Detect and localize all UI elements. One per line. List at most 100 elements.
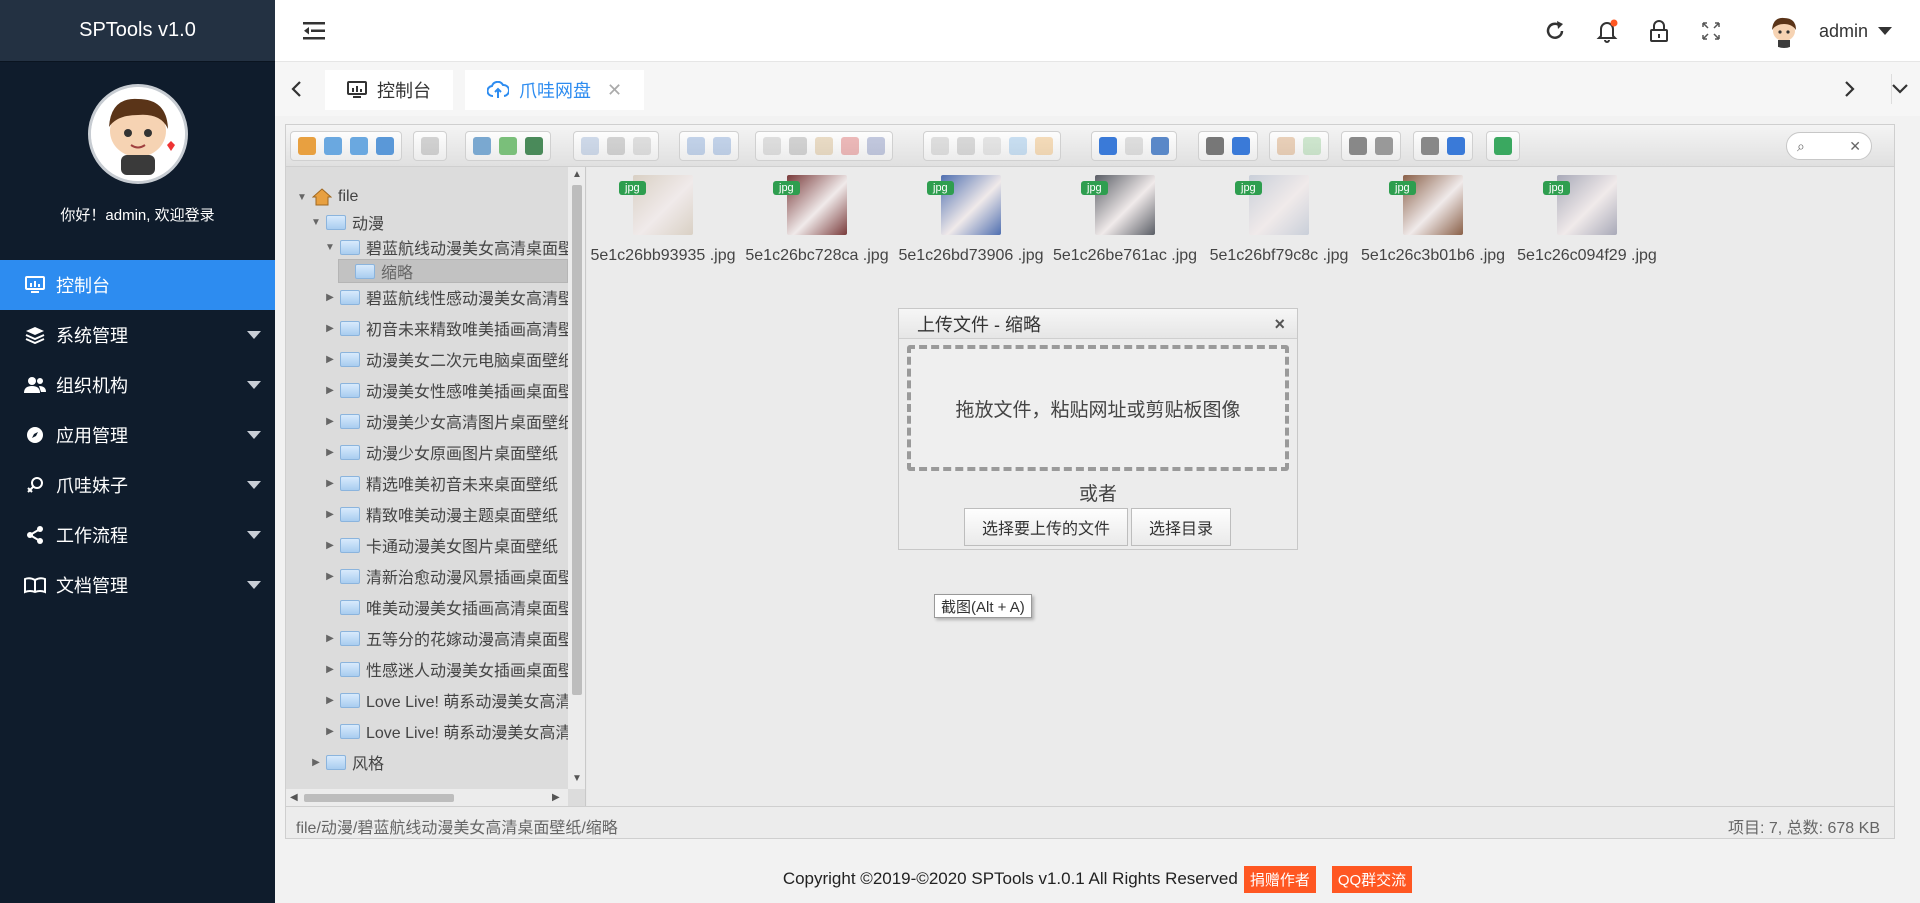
tab-scroll-right-icon[interactable]: [1837, 76, 1863, 102]
sidebar-item-dashboard[interactable]: 控制台: [0, 260, 275, 310]
tree-node[interactable]: ▶ 性感迷人动漫美女插画桌面壁纸: [324, 657, 568, 681]
file-item[interactable]: jpg 5e1c26bd73906 .jpg: [896, 175, 1046, 265]
sidebar-item-apps[interactable]: 应用管理: [0, 410, 275, 460]
tree-expanded-icon[interactable]: ▼: [310, 217, 322, 228]
scroll-right-icon[interactable]: ▶: [552, 792, 560, 803]
duplicate-button[interactable]: [927, 134, 953, 158]
upload-dialog-header[interactable]: 上传文件 - 缩略 ×: [899, 309, 1297, 339]
tree-root[interactable]: ▼ file: [296, 185, 358, 209]
tab-menu-icon[interactable]: [1887, 76, 1913, 102]
select-files-button[interactable]: 选择要上传的文件: [964, 508, 1128, 546]
tree-collapsed-icon[interactable]: ▶: [324, 447, 336, 458]
info-button[interactable]: [1228, 134, 1254, 158]
tab-scroll-left-icon[interactable]: [283, 76, 309, 102]
tree-expanded-icon[interactable]: ▼: [324, 242, 336, 253]
tab-cloud-disk[interactable]: 爪哇网盘 ✕: [465, 70, 645, 110]
close-icon[interactable]: ✕: [607, 80, 622, 101]
file-dropzone[interactable]: 拖放文件，粘贴网址或剪贴板图像: [907, 345, 1289, 471]
file-item[interactable]: jpg 5e1c26bb93935 .jpg: [588, 175, 738, 265]
tree-collapsed-icon[interactable]: ▶: [324, 695, 336, 706]
tree-node[interactable]: ▼ 碧蓝航线动漫美女高清桌面壁纸: [324, 235, 568, 259]
file-item[interactable]: jpg 5e1c26bc728ca .jpg: [742, 175, 892, 265]
preview-button[interactable]: [1202, 134, 1228, 158]
tree-horizontal-scrollbar[interactable]: ◀ ▶: [286, 789, 568, 807]
tree-vertical-scrollbar[interactable]: ▲ ▼: [568, 167, 585, 789]
scrollbar-thumb[interactable]: [572, 185, 582, 695]
tree-collapsed-icon[interactable]: ▶: [324, 478, 336, 489]
tree-node[interactable]: ▶ 初音未来精致唯美插画高清壁纸: [324, 316, 568, 340]
share-button[interactable]: [1273, 134, 1299, 158]
tree-node[interactable]: ▶ 风格: [310, 750, 384, 774]
rename-button[interactable]: [953, 134, 979, 158]
tree-collapsed-icon[interactable]: ▶: [324, 571, 336, 582]
list-view-button[interactable]: [1121, 134, 1147, 158]
tab-dashboard[interactable]: 控制台: [325, 70, 453, 110]
netmount-button[interactable]: [1299, 134, 1325, 158]
tree-collapsed-icon[interactable]: ▶: [324, 385, 336, 396]
tree-node[interactable]: ▶ Love Live! 萌系动漫美女高清壁纸: [324, 688, 568, 712]
copy-button[interactable]: [759, 134, 785, 158]
menu-collapse-icon[interactable]: [303, 20, 327, 42]
file-item[interactable]: jpg 5e1c26be761ac .jpg: [1050, 175, 1200, 265]
select-button[interactable]: [629, 134, 655, 158]
qq-group-link[interactable]: QQ群交流: [1331, 865, 1413, 893]
save-button[interactable]: [521, 134, 547, 158]
lock-icon[interactable]: [1646, 18, 1672, 44]
new-folder-button[interactable]: [469, 134, 495, 158]
fullscreen-button[interactable]: [1490, 134, 1516, 158]
search-input[interactable]: ⌕ ✕: [1786, 132, 1872, 160]
sidebar-item-girls[interactable]: 爪哇妹子: [0, 460, 275, 510]
download-button[interactable]: [603, 134, 629, 158]
tree-collapsed-icon[interactable]: ▶: [324, 416, 336, 427]
sidebar-item-system[interactable]: 系统管理: [0, 310, 275, 360]
scroll-left-icon[interactable]: ◀: [290, 792, 298, 803]
sidebar-item-workflow[interactable]: 工作流程: [0, 510, 275, 560]
fullscreen-icon[interactable]: [1698, 18, 1724, 44]
tree-collapsed-icon[interactable]: ▶: [324, 726, 336, 737]
cut-button[interactable]: [785, 134, 811, 158]
tree-node[interactable]: ▶ 精选唯美初音未来桌面壁纸: [324, 471, 558, 495]
edit-button[interactable]: [979, 134, 1005, 158]
close-icon[interactable]: ×: [1274, 314, 1285, 335]
tree-collapsed-icon[interactable]: ▶: [324, 323, 336, 334]
sidebar-item-organization[interactable]: 组织机构: [0, 360, 275, 410]
forward-button[interactable]: [346, 134, 372, 158]
tree-node[interactable]: ▶ 动漫美女性感唯美插画桌面壁纸: [324, 378, 568, 402]
file-item[interactable]: jpg 5e1c26c3b01b6 .jpg: [1358, 175, 1508, 265]
selectall-button[interactable]: [1371, 134, 1397, 158]
new-file-button[interactable]: [495, 134, 521, 158]
file-item[interactable]: jpg 5e1c26bf79c8c .jpg: [1204, 175, 1354, 265]
open-button[interactable]: [577, 134, 603, 158]
sort-button[interactable]: [1147, 134, 1173, 158]
preferences-button[interactable]: [1417, 134, 1443, 158]
refresh-icon[interactable]: [1542, 18, 1568, 44]
tree-collapsed-icon[interactable]: ▶: [324, 540, 336, 551]
back-button[interactable]: [320, 134, 346, 158]
help-button[interactable]: [1443, 134, 1469, 158]
tree-collapsed-icon[interactable]: ▶: [324, 664, 336, 675]
tree-node[interactable]: ▶ 动漫美女二次元电脑桌面壁纸: [324, 347, 568, 371]
undo-button[interactable]: [683, 134, 709, 158]
select-directory-button[interactable]: 选择目录: [1131, 508, 1231, 546]
home-button[interactable]: [294, 134, 320, 158]
places-button[interactable]: [1345, 134, 1371, 158]
tree-node[interactable]: ▶ 五等分的花嫁动漫高清桌面壁纸: [324, 626, 568, 650]
reload-button[interactable]: [417, 134, 443, 158]
redo-button[interactable]: [709, 134, 735, 158]
tree-node-selected[interactable]: 缩略: [338, 259, 568, 283]
tree-expanded-icon[interactable]: ▼: [296, 192, 308, 203]
tree-collapsed-icon[interactable]: ▶: [324, 354, 336, 365]
tree-node[interactable]: ▶ 动漫美少女高清图片桌面壁纸: [324, 409, 568, 433]
tree-node[interactable]: ▶ 精致唯美动漫主题桌面壁纸: [324, 502, 558, 526]
tree-node[interactable]: 唯美动漫美女插画高清桌面壁纸: [324, 595, 568, 619]
tree-node[interactable]: ▶ 卡通动漫美女图片桌面壁纸: [324, 533, 558, 557]
resize-button[interactable]: [1005, 134, 1031, 158]
icons-view-button[interactable]: [1095, 134, 1121, 158]
up-button[interactable]: [372, 134, 398, 158]
paste-button[interactable]: [811, 134, 837, 158]
donate-link[interactable]: 捐赠作者: [1243, 865, 1316, 893]
file-item[interactable]: jpg 5e1c26c094f29 .jpg: [1512, 175, 1662, 265]
empty-button[interactable]: [863, 134, 889, 158]
scroll-up-icon[interactable]: ▲: [572, 169, 582, 180]
user-menu[interactable]: admin: [1766, 14, 1892, 48]
